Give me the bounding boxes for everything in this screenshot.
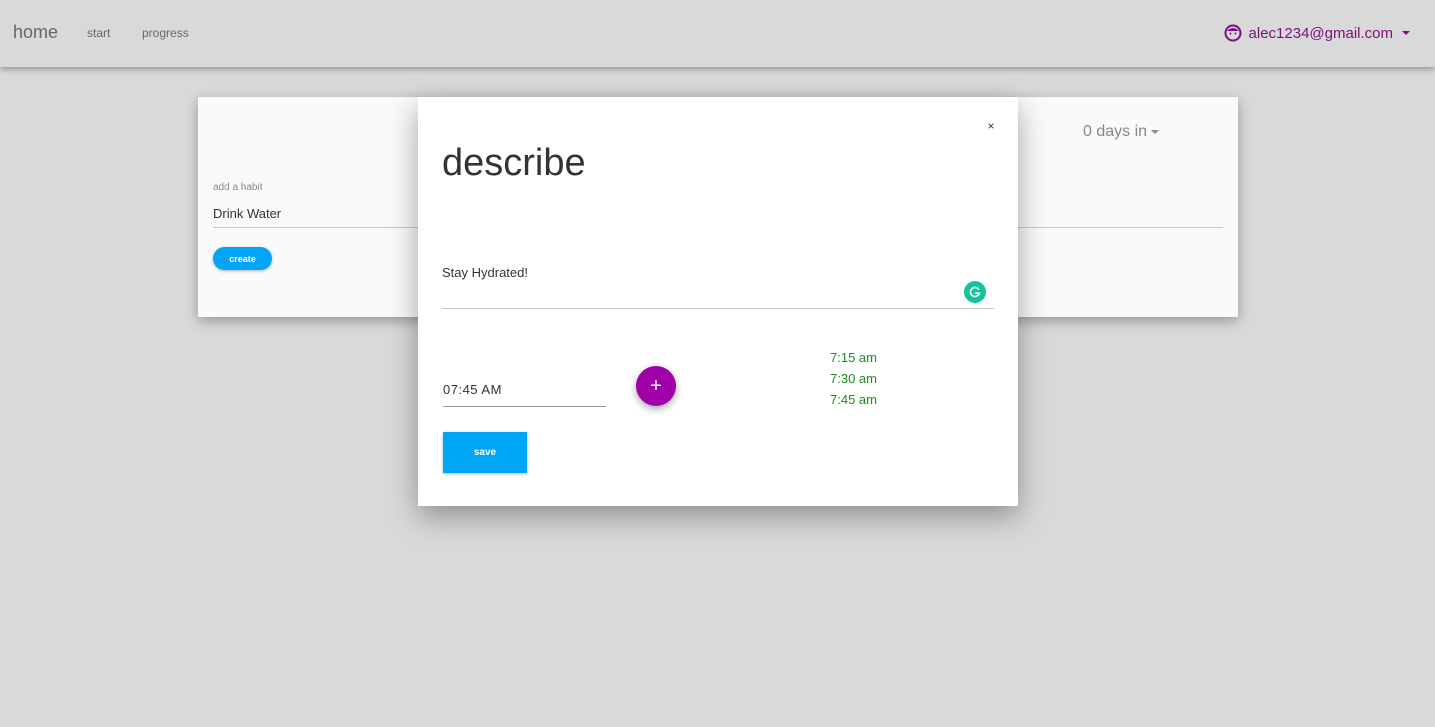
user-email: alec1234@gmail.com [1248, 24, 1393, 42]
user-face-icon [1224, 24, 1242, 42]
nav-home-link[interactable]: home [13, 22, 58, 43]
nav-progress-link[interactable]: progress [142, 26, 189, 40]
list-item: 7:45 am [830, 392, 877, 407]
describe-modal: × describe Stay Hydrated! 07:45 AM + 7:1… [418, 97, 1018, 506]
add-time-button[interactable]: + [636, 366, 676, 406]
caret-down-icon [1151, 130, 1160, 134]
time-value: 07:45 AM [443, 382, 502, 397]
add-habit-label: add a habit [213, 182, 263, 193]
create-button[interactable]: create [213, 247, 272, 270]
save-button[interactable]: save [443, 432, 527, 473]
grammarly-icon[interactable] [964, 281, 986, 303]
list-item: 7:15 am [830, 350, 877, 365]
description-field[interactable]: Stay Hydrated! [442, 257, 994, 309]
list-item: 7:30 am [830, 371, 877, 386]
nav-start-link[interactable]: start [87, 26, 110, 40]
days-in-label: 0 days in [1083, 123, 1148, 140]
top-navbar: home start progress alec1234@gmail.com [0, 0, 1435, 67]
close-button[interactable]: × [986, 119, 996, 133]
caret-down-icon [1402, 31, 1410, 35]
days-in-dropdown[interactable]: 0 days in [1083, 123, 1160, 141]
user-menu[interactable]: alec1234@gmail.com [1224, 22, 1410, 44]
modal-title: describe [442, 142, 586, 184]
time-input[interactable]: 07:45 AM [443, 377, 606, 407]
description-text: Stay Hydrated! [442, 265, 528, 280]
reminder-times-list: 7:15 am 7:30 am 7:45 am [830, 347, 877, 410]
